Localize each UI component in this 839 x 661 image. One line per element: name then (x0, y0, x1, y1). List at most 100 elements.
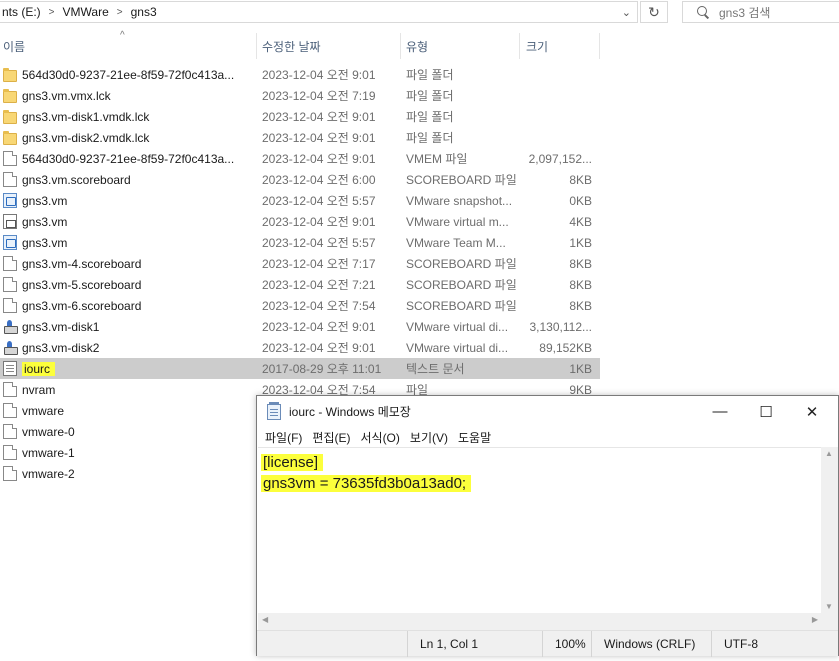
column-divider[interactable] (599, 33, 600, 59)
scroll-up-icon[interactable]: ▲ (825, 449, 833, 458)
file-name-cell: gns3.vm.vmx.lck (3, 88, 253, 103)
file-name: vmware-2 (22, 466, 75, 481)
text-line: gns3vm = 73635fd3b0a13ad0; (261, 475, 472, 492)
file-name-cell: vmware-1 (3, 445, 253, 460)
file-name-cell: iourc (3, 361, 253, 376)
file-row[interactable]: gns3.vm-disk2.vmdk.lck 2023-12-04 오전 9:01… (0, 127, 600, 148)
file-type: VMEM 파일 (406, 152, 468, 166)
file-name-cell: vmware-2 (3, 466, 253, 481)
file-name-cell: gns3.vm-5.scoreboard (3, 277, 253, 292)
file-row[interactable]: gns3.vm 2023-12-04 오전 5:57 VMware snapshot… (0, 190, 600, 211)
file-name-cell: gns3.vm (3, 193, 253, 208)
column-divider[interactable] (256, 33, 257, 59)
menu-format[interactable]: 서식(O) (356, 429, 403, 446)
file-name-cell: gns3.vm-disk2 (3, 340, 253, 355)
file-date: 2023-12-04 오전 9:01 (262, 68, 376, 82)
file-row[interactable]: gns3.vm-disk1 2023-12-04 오전 9:01 VMware vi… (0, 316, 600, 337)
file-name-cell: 564d30d0-9237-21ee-8f59-72f0c413a... (3, 151, 253, 166)
chevron-down-icon[interactable]: ⌄ (622, 6, 631, 19)
folder-icon (3, 130, 17, 145)
search-input[interactable]: gns3 검색 (682, 1, 839, 23)
scroll-left-icon[interactable]: ◀ (262, 615, 268, 624)
vertical-scrollbar[interactable]: ▲ ▼ (821, 447, 838, 613)
disk-icon (3, 319, 18, 334)
file-row[interactable]: 564d30d0-9237-21ee-8f59-72f0c413a... 2023… (0, 148, 600, 169)
column-divider[interactable] (519, 33, 520, 59)
file-row[interactable]: gns3.vm-4.scoreboard 2023-12-04 오전 7:17 SC… (0, 253, 600, 274)
file-type: 파일 폴더 (406, 68, 454, 82)
file-name: gns3.vm-disk2.vmdk.lck (22, 130, 150, 145)
file-row[interactable]: gns3.vm-5.scoreboard 2023-12-04 오전 7:21 SC… (0, 274, 600, 295)
scroll-right-icon[interactable]: ▶ (812, 615, 818, 624)
menu-view[interactable]: 보기(V) (406, 429, 452, 446)
text-editor[interactable]: [license] gns3vm = 73635fd3b0a13ad0; (258, 447, 821, 613)
file-name: vmware-1 (22, 445, 75, 460)
file-row[interactable]: gns3.vm-disk2 2023-12-04 오전 9:01 VMware vi… (0, 337, 600, 358)
file-size: 8KB (569, 277, 592, 292)
file-name: gns3.vm-4.scoreboard (22, 256, 142, 271)
file-row[interactable]: gns3.vm 2023-12-04 오전 5:57 VMware Team M..… (0, 232, 600, 253)
file-name: vmware (22, 403, 65, 418)
file-name: gns3.vm (22, 193, 68, 208)
breadcrumb-separator: > (116, 6, 123, 18)
breadcrumb-gns3[interactable]: gns3 (129, 5, 159, 19)
file-row[interactable]: iourc 2017-08-29 오후 11:01 텍스트 문서 1KB (0, 358, 600, 379)
file-type: SCOREBOARD 파일 (406, 257, 516, 271)
address-box[interactable]: nts (E:) > VMWare > gns3 ⌄ (0, 1, 638, 23)
breadcrumb-separator: > (48, 6, 55, 18)
file-name-cell: gns3.vm-disk1.vmdk.lck (3, 109, 253, 124)
file-name-cell: gns3.vm-disk2.vmdk.lck (3, 130, 253, 145)
file-name: gns3.vm.scoreboard (22, 172, 131, 187)
file-type: VMware snapshot... (406, 193, 513, 208)
file-name-cell: gns3.vm.scoreboard (3, 172, 253, 187)
file-type: VMware virtual m... (406, 214, 509, 229)
text-line: [license] (261, 454, 324, 471)
file-row[interactable]: gns3.vm.vmx.lck 2023-12-04 오전 7:19 파일 폴더 (0, 85, 600, 106)
disk-icon (3, 340, 18, 355)
file-name-cell: gns3.vm (3, 214, 253, 229)
breadcrumb-vmware[interactable]: VMWare (61, 5, 111, 19)
file-date: 2023-12-04 오전 6:00 (262, 173, 376, 187)
vm-snapshot-icon (3, 193, 17, 208)
notepad-window: iourc - Windows 메모장 — ☐ ✕ 파일(F) 편집(E) 서식… (256, 395, 839, 657)
refresh-icon[interactable]: ↻ (640, 1, 668, 23)
minimize-icon[interactable]: — (697, 396, 743, 427)
file-row[interactable]: gns3.vm 2023-12-04 오전 9:01 VMware virtual … (0, 211, 600, 232)
menu-help[interactable]: 도움말 (454, 429, 495, 446)
menu-edit[interactable]: 편집(E) (308, 429, 354, 446)
file-type: SCOREBOARD 파일 (406, 278, 516, 292)
file-name: iourc (22, 361, 56, 376)
file-size: 0KB (569, 193, 592, 208)
column-header-type[interactable]: 유형 (406, 33, 428, 59)
file-size: 4KB (569, 214, 592, 229)
file-row[interactable]: gns3.vm-6.scoreboard 2023-12-04 오전 7:54 SC… (0, 295, 600, 316)
text-file-icon (3, 361, 17, 376)
file-icon (3, 403, 17, 418)
breadcrumb-drive[interactable]: nts (E:) (0, 5, 43, 19)
maximize-icon[interactable]: ☐ (743, 396, 789, 427)
scroll-down-icon[interactable]: ▼ (825, 602, 833, 611)
title-bar[interactable]: iourc - Windows 메모장 — ☐ ✕ (257, 396, 838, 427)
horizontal-scrollbar[interactable]: ◀ ▶ (258, 613, 822, 630)
column-header-date[interactable]: 수정한 날짜 (262, 33, 321, 59)
file-size: 8KB (569, 256, 592, 271)
column-header-size[interactable]: 크기 (526, 33, 548, 59)
column-divider[interactable] (400, 33, 401, 59)
file-date: 2023-12-04 오전 9:01 (262, 152, 376, 166)
file-name: gns3.vm-disk1 (22, 319, 100, 334)
file-row[interactable]: gns3.vm.scoreboard 2023-12-04 오전 6:00 SCOR… (0, 169, 600, 190)
file-icon (3, 298, 17, 313)
file-size: 1KB (569, 361, 592, 376)
file-type: VMware Team M... (406, 235, 506, 250)
file-row[interactable]: 564d30d0-9237-21ee-8f59-72f0c413a... 2023… (0, 64, 600, 85)
file-row[interactable]: gns3.vm-disk1.vmdk.lck 2023-12-04 오전 9:01… (0, 106, 600, 127)
file-icon (3, 466, 17, 481)
file-date: 2023-12-04 오전 7:17 (262, 257, 376, 271)
folder-icon (3, 109, 17, 124)
close-icon[interactable]: ✕ (789, 396, 835, 427)
file-name: gns3.vm-6.scoreboard (22, 298, 142, 313)
sort-ascending-icon: ^ (120, 30, 125, 41)
address-bar: nts (E:) > VMWare > gns3 ⌄ ↻ gns3 검색 (0, 0, 839, 25)
menu-file[interactable]: 파일(F) (261, 429, 306, 446)
column-header-name[interactable]: 이름 (3, 33, 25, 59)
